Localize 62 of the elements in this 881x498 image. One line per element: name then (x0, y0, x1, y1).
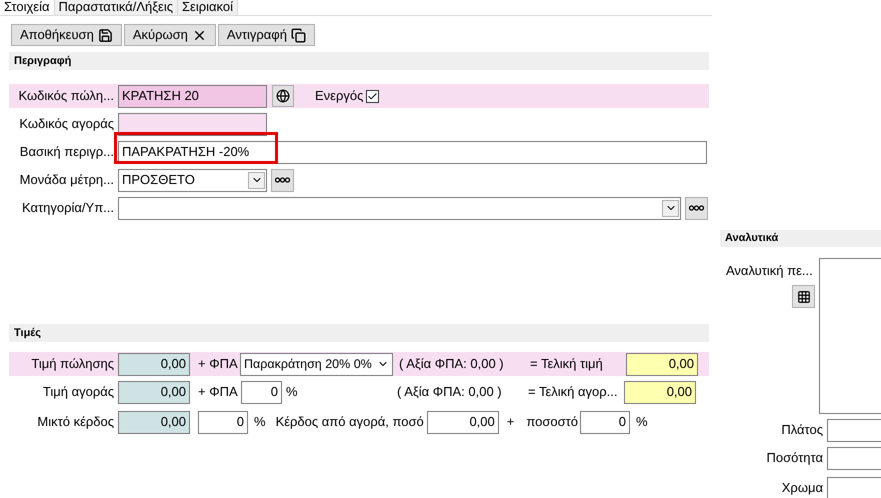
field-label: Τιμή αγοράς (42, 383, 115, 402)
percent-sign: % (636, 413, 648, 432)
toolbar-button[interactable]: Αντιγραφή (218, 24, 315, 46)
vat-label: + ΦΠΑ (198, 383, 238, 402)
input-field[interactable]: 0,00 (118, 410, 190, 434)
input-field[interactable]: 0 (198, 410, 248, 434)
toolbar-button[interactable]: Ακύρωση (124, 24, 216, 46)
copy-icon (290, 28, 306, 42)
globe-icon (276, 89, 290, 103)
input-field[interactable]: 0,00 (626, 352, 698, 376)
input-field[interactable]: 0,00 (624, 380, 696, 404)
text-area[interactable] (819, 258, 881, 414)
dots-icon (689, 205, 704, 211)
toolbar-button[interactable]: Αποθήκευση (11, 24, 122, 46)
dropdown[interactable]: ΠΡΟΣΘΕΤΟ (118, 168, 267, 192)
dropdown[interactable] (118, 196, 681, 220)
field-label: Ποσότητα (765, 449, 824, 468)
more-button[interactable] (685, 196, 708, 220)
field-label: Κατηγορία/Υπ... (20, 199, 115, 218)
save-icon (98, 28, 113, 42)
field-label: Μονάδα μέτρη... (18, 171, 115, 190)
active-label: Ενεργός (315, 87, 364, 106)
percent-sign: % (286, 383, 299, 402)
profit-label: Κέρδος από αγορά, ποσό (276, 413, 424, 432)
field-label: Κωδικός πώλη... (18, 87, 115, 106)
vat-amount: ( Αξία ΦΠΑ: 0,00 ) (397, 383, 503, 402)
field-label: Χρωμα (780, 479, 824, 498)
grid-icon (796, 290, 810, 304)
final-purchase-label: = Τελική αγορ... (528, 383, 618, 402)
input-field[interactable]: 0 (580, 410, 630, 434)
vat-label: + ΦΠΑ (198, 355, 238, 374)
input-field[interactable] (827, 476, 881, 498)
vat-amount: ( Αξία ΦΠΑ: 0,00 ) (399, 355, 505, 374)
input-field[interactable] (827, 446, 881, 470)
vat-dropdown[interactable]: Παρακράτηση 20% 0% (240, 352, 393, 376)
dots-icon (275, 177, 290, 183)
percent-sign: % (254, 413, 266, 432)
input-field[interactable]: ΠΑΡΑΚΡΑΤΗΣΗ -20% (118, 140, 707, 164)
input-field[interactable] (827, 418, 881, 442)
section-header: Αναλυτικά (720, 230, 881, 246)
field-label: Βασική περιγρ... (18, 143, 115, 162)
tab[interactable]: Σειριακοί (178, 0, 238, 15)
section-header: Τιμές (9, 324, 709, 342)
share-label: ποσοστό (526, 413, 578, 432)
tab[interactable]: Παραστατικά/Λήξεις (54, 0, 178, 15)
section-header: Περιγραφή (9, 52, 709, 70)
plus-sign: + (506, 413, 514, 432)
field-label: Πλάτος (780, 421, 824, 440)
input-field[interactable]: 0,00 (118, 352, 190, 376)
more-button[interactable] (271, 168, 294, 192)
final-price-label: = Τελική τιμή (530, 355, 604, 374)
input-field[interactable]: 0,00 (118, 380, 190, 404)
input-field[interactable]: ΚΡΑΤΗΣΗ 20 (118, 84, 267, 108)
field-label: Αναλυτική πε... (726, 262, 813, 280)
input-field[interactable]: 0,00 (426, 410, 499, 434)
field-label: Κωδικός αγοράς (18, 115, 115, 134)
input-field[interactable]: 0 (241, 380, 282, 404)
grid-button[interactable] (792, 285, 815, 308)
active-checkbox[interactable] (366, 90, 380, 102)
globe-button[interactable] (272, 85, 294, 107)
field-label: Μικτό κέρδος (36, 413, 115, 432)
field-label: Τιμή πώλησης (30, 355, 115, 374)
